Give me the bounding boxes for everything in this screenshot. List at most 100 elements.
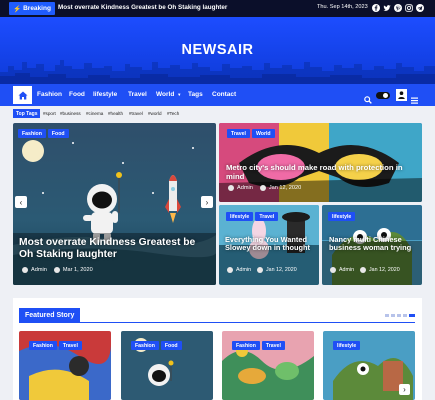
hero-bottom-right-title[interactable]: Nancy multi Chinese business woman tryin…: [329, 235, 421, 253]
telegram-icon[interactable]: [415, 3, 424, 12]
nav-item-contact[interactable]: Contact: [212, 91, 236, 98]
carousel-dot[interactable]: [403, 314, 407, 317]
category-badge[interactable]: Fashion: [131, 341, 159, 350]
category-badge[interactable]: Food: [47, 129, 69, 138]
dark-mode-toggle[interactable]: [376, 92, 390, 99]
chevron-left-icon: ‹: [19, 197, 23, 207]
city-skyline-image: [0, 60, 435, 84]
nav-item-world[interactable]: World ▾: [156, 91, 180, 98]
hero-main-article[interactable]: Fashion Food ‹ › Most overrate Kindness …: [13, 123, 216, 285]
category-badge[interactable]: lifestyle: [328, 212, 356, 221]
home-button[interactable]: [13, 86, 32, 104]
clock-icon: [53, 267, 60, 273]
hero-bottom-right-categories: lifestyle: [328, 212, 356, 221]
avatar: [228, 185, 234, 191]
category-badge[interactable]: Travel: [261, 341, 285, 350]
instagram-icon[interactable]: [404, 3, 413, 12]
current-date: Thu. Sep 14th, 2023: [317, 4, 368, 10]
search-icon[interactable]: [364, 91, 372, 109]
hero-bottom-right-article[interactable]: lifestyle Nancy multi Chinese business w…: [322, 205, 422, 285]
category-badge[interactable]: Fashion: [232, 341, 260, 350]
user-icon: [398, 91, 405, 99]
twitter-icon[interactable]: [382, 3, 391, 12]
featured-card[interactable]: Fashion Travel: [19, 331, 111, 400]
lightning-icon: ⚡: [13, 5, 22, 13]
post-date: Mar 1, 2020: [62, 267, 93, 273]
nav-item-tags[interactable]: Tags: [188, 91, 203, 98]
breaking-badge[interactable]: ⚡ Breaking: [9, 2, 55, 15]
tag-cinema[interactable]: #cinema: [86, 111, 103, 116]
pinterest-icon[interactable]: [393, 3, 402, 12]
avatar: [227, 267, 233, 273]
hero-bottom-left-title[interactable]: Everything You Wanted Slowey down in tho…: [225, 235, 317, 253]
nav-item-fashion[interactable]: Fashion: [37, 91, 62, 98]
post-date: Jan 12, 2020: [268, 185, 302, 191]
menu-icon[interactable]: [411, 91, 418, 109]
hero-bottom-right-meta: Admin Jan 12, 2020: [330, 267, 400, 273]
clock-icon: [360, 267, 367, 273]
astronaut-rocket-image: [13, 123, 216, 285]
chevron-right-icon: ›: [403, 385, 406, 394]
site-title[interactable]: NEWSAIR: [0, 42, 435, 58]
category-badge[interactable]: Travel: [58, 341, 82, 350]
hero-main-categories: Fashion Food: [18, 129, 69, 138]
carousel-dot-active[interactable]: [409, 314, 415, 317]
featured-story-heading: Featured Story: [19, 308, 81, 323]
nav-item-lifestyle[interactable]: lifestyle: [93, 91, 117, 98]
tag-travel[interactable]: #travel: [129, 111, 143, 116]
author-name[interactable]: Admin: [236, 267, 251, 273]
breaking-label: Breaking: [23, 5, 51, 12]
author-name[interactable]: Admin: [31, 267, 47, 273]
category-badge[interactable]: Fashion: [18, 129, 46, 138]
hero-top-right-title[interactable]: Metro city's should make road with prote…: [226, 163, 418, 181]
hero-top-right-meta: Admin Jan 12, 2020: [228, 185, 301, 191]
clock-icon: [257, 267, 264, 273]
nav-item-food[interactable]: Food: [69, 91, 85, 98]
category-badge[interactable]: Travel: [227, 129, 250, 138]
hero-main-title[interactable]: Most overrate Kindness Greatest be Oh St…: [19, 237, 209, 260]
tag-sport[interactable]: #sport: [43, 111, 56, 116]
hero-top-right-article[interactable]: Travel World Metro city's should make ro…: [219, 123, 422, 202]
home-icon: [18, 91, 27, 99]
post-date: Jan 12, 2020: [369, 267, 400, 273]
carousel-dot[interactable]: [397, 314, 401, 317]
tag-tech[interactable]: #Tech: [167, 111, 179, 116]
post-date: Jan 12, 2020: [266, 267, 297, 273]
carousel-dot[interactable]: [385, 314, 389, 317]
category-badge[interactable]: Travel: [255, 212, 279, 221]
author-name[interactable]: Admin: [339, 267, 354, 273]
facebook-icon[interactable]: [371, 3, 380, 12]
avatar: [22, 267, 28, 273]
featured-card-categories: lifestyle: [333, 341, 361, 350]
featured-card[interactable]: Fashion Travel: [222, 331, 314, 400]
featured-card[interactable]: Fashion Food: [121, 331, 213, 400]
avatar: [330, 267, 336, 273]
clock-icon: [259, 185, 266, 191]
top-tags-label: Top Tags: [13, 109, 41, 118]
category-badge[interactable]: lifestyle: [226, 212, 254, 221]
hero-bottom-left-article[interactable]: lifestyle Travel Everything You Wanted S…: [219, 205, 319, 285]
tag-business[interactable]: #business: [60, 111, 81, 116]
category-badge[interactable]: lifestyle: [333, 341, 361, 350]
breaking-ticker-link[interactable]: Most overrate Kindness Greatest be Oh St…: [58, 4, 227, 11]
tag-health[interactable]: #health: [108, 111, 123, 116]
slider-prev-button[interactable]: ‹: [15, 196, 27, 208]
featured-card-categories: Fashion Travel: [232, 341, 285, 350]
category-badge[interactable]: Fashion: [29, 341, 57, 350]
featured-card-categories: Fashion Travel: [29, 341, 82, 350]
carousel-dot[interactable]: [391, 314, 395, 317]
hero-bottom-left-categories: lifestyle Travel: [226, 212, 279, 221]
featured-next-button[interactable]: ›: [399, 384, 410, 395]
slider-next-button[interactable]: ›: [201, 196, 213, 208]
featured-card[interactable]: lifestyle ›: [323, 331, 415, 400]
tag-world[interactable]: #world: [148, 111, 162, 116]
nav-item-world-label: World: [156, 91, 175, 98]
section-divider: [19, 322, 415, 323]
hero-top-right-categories: Travel World: [227, 129, 275, 138]
author-name[interactable]: Admin: [237, 185, 253, 191]
category-badge[interactable]: World: [252, 129, 275, 138]
user-button[interactable]: [396, 89, 407, 101]
category-badge[interactable]: Food: [160, 341, 182, 350]
hero-main-meta: Admin Mar 1, 2020: [22, 267, 93, 273]
nav-item-travel[interactable]: Travel: [128, 91, 147, 98]
